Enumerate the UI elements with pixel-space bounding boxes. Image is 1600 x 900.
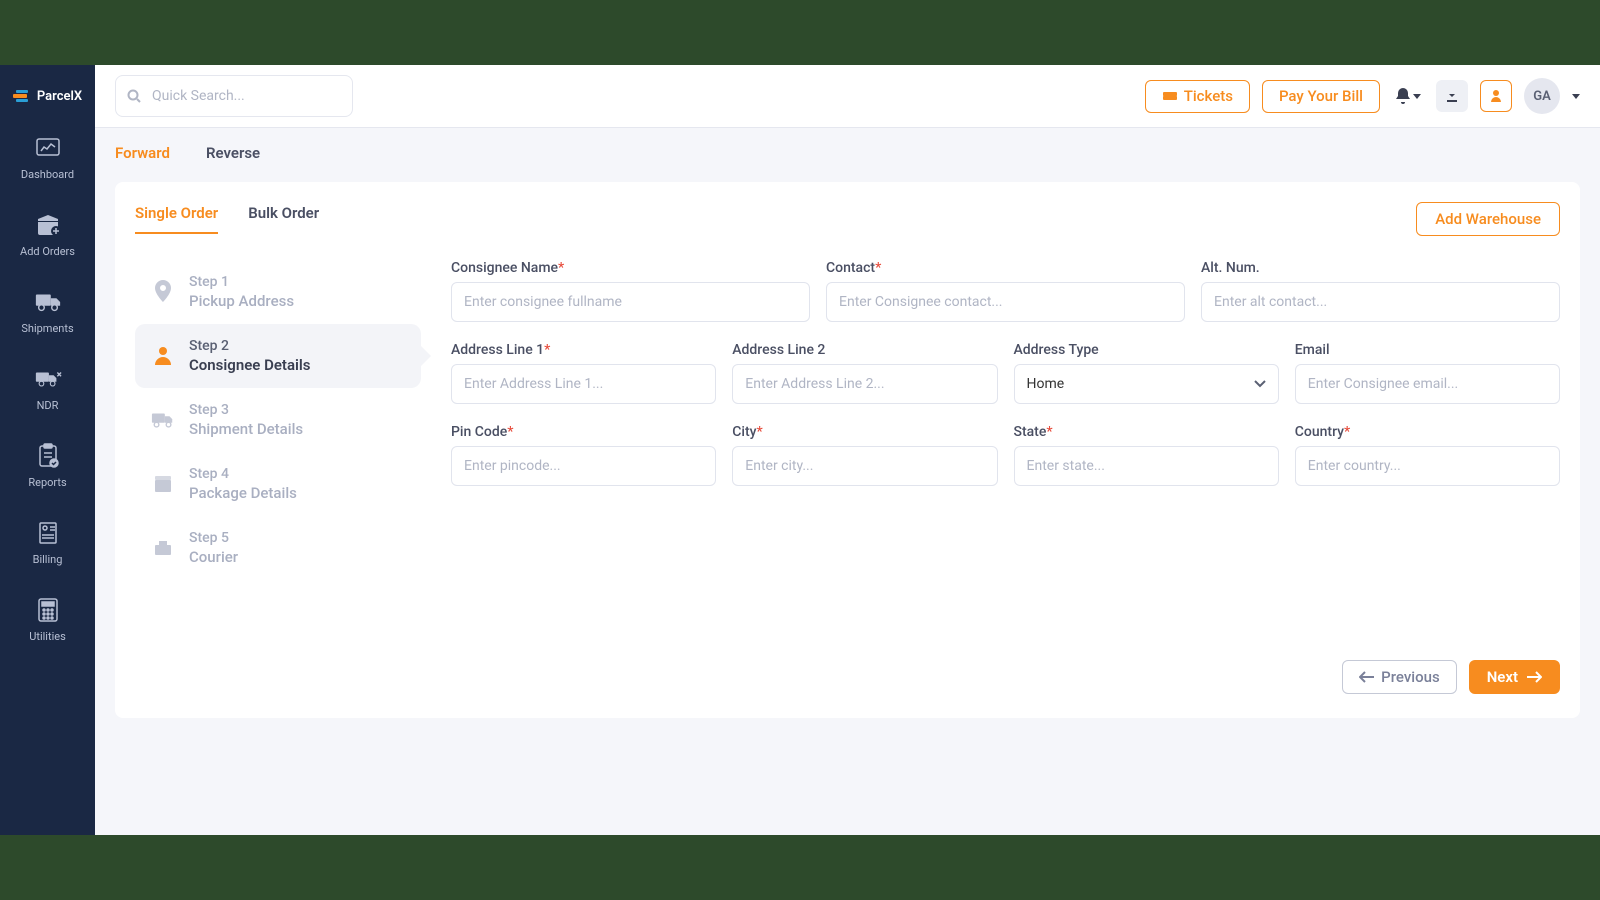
tab-bulk-order[interactable]: Bulk Order xyxy=(248,204,319,234)
field-address-2: Address Line 2 xyxy=(732,342,997,404)
sidebar: ParcelX Dashboard Add Orders Shipments N… xyxy=(0,65,95,835)
step-shipment-details[interactable]: Step 3 Shipment Details xyxy=(135,388,421,452)
alt-num-input[interactable] xyxy=(1201,282,1560,322)
search-input[interactable] xyxy=(115,75,353,117)
step-consignee-details[interactable]: Step 2 Consignee Details xyxy=(135,324,421,388)
contact-input[interactable] xyxy=(826,282,1185,322)
field-city: City* xyxy=(732,424,997,486)
pincode-input[interactable] xyxy=(451,446,716,486)
step-pickup-address[interactable]: Step 1 Pickup Address xyxy=(135,260,421,324)
arrow-right-icon xyxy=(1526,670,1542,684)
tab-forward[interactable]: Forward xyxy=(115,144,170,168)
person-icon xyxy=(151,344,175,368)
city-input[interactable] xyxy=(732,446,997,486)
dashboard-icon xyxy=(34,136,62,160)
sidebar-item-add-orders[interactable]: Add Orders xyxy=(0,197,95,274)
address-1-input[interactable] xyxy=(451,364,716,404)
pay-bill-button[interactable]: Pay Your Bill xyxy=(1262,80,1380,113)
order-card: Single Order Bulk Order Add Warehouse St… xyxy=(115,182,1580,718)
truck-step-icon xyxy=(151,408,175,432)
step-courier[interactable]: Step 5 Courier xyxy=(135,516,421,580)
step-package-details[interactable]: Step 4 Package Details xyxy=(135,452,421,516)
country-input[interactable] xyxy=(1295,446,1560,486)
calculator-icon xyxy=(34,598,62,622)
tickets-button[interactable]: Tickets xyxy=(1145,80,1250,113)
field-alt-num: Alt. Num. xyxy=(1201,260,1560,322)
field-state: State* xyxy=(1014,424,1279,486)
consignee-name-input[interactable] xyxy=(451,282,810,322)
tab-reverse[interactable]: Reverse xyxy=(206,144,260,168)
caret-down-icon xyxy=(1413,94,1421,99)
sidebar-item-ndr[interactable]: NDR xyxy=(0,351,95,428)
courier-icon xyxy=(151,536,175,560)
state-input[interactable] xyxy=(1014,446,1279,486)
truck-icon xyxy=(34,290,62,314)
brand-logo[interactable]: ParcelX xyxy=(13,65,82,120)
search-icon xyxy=(127,89,141,103)
ticket-icon xyxy=(1162,89,1178,103)
sidebar-item-dashboard[interactable]: Dashboard xyxy=(0,120,95,197)
direction-tabs: Forward Reverse xyxy=(115,128,1580,172)
field-address-1: Address Line 1* xyxy=(451,342,716,404)
invoice-icon xyxy=(34,521,62,545)
location-pin-icon xyxy=(151,280,175,304)
field-address-type: Address Type Home xyxy=(1014,342,1279,404)
order-type-tabs: Single Order Bulk Order xyxy=(135,204,319,234)
sidebar-item-billing[interactable]: Billing xyxy=(0,505,95,582)
address-type-select[interactable]: Home xyxy=(1014,364,1279,404)
field-consignee-name: Consignee Name* xyxy=(451,260,810,322)
arrow-left-icon xyxy=(1359,670,1375,684)
bell-icon xyxy=(1395,87,1411,105)
download-icon xyxy=(1445,89,1459,103)
stepper: Step 1 Pickup Address Step 2 Consignee D… xyxy=(135,260,421,580)
email-input[interactable] xyxy=(1295,364,1560,404)
brand-name: ParcelX xyxy=(37,89,82,104)
sidebar-item-utilities[interactable]: Utilities xyxy=(0,582,95,659)
download-button[interactable] xyxy=(1436,80,1468,112)
field-email: Email xyxy=(1295,342,1560,404)
tab-single-order[interactable]: Single Order xyxy=(135,204,218,234)
field-country: Country* xyxy=(1295,424,1560,486)
avatar[interactable]: GA xyxy=(1524,78,1560,114)
sidebar-item-shipments[interactable]: Shipments xyxy=(0,274,95,351)
field-pincode: Pin Code* xyxy=(451,424,716,486)
brand-logo-icon xyxy=(13,90,31,104)
topbar: Tickets Pay Your Bill xyxy=(95,65,1600,128)
package-icon xyxy=(151,472,175,496)
form-fields: Consignee Name* Contact* Alt. Num. xyxy=(451,260,1560,580)
previous-button[interactable]: Previous xyxy=(1342,660,1457,694)
ndr-icon xyxy=(34,367,62,391)
field-contact: Contact* xyxy=(826,260,1185,322)
sidebar-item-reports[interactable]: Reports xyxy=(0,428,95,505)
next-button[interactable]: Next xyxy=(1469,660,1560,694)
clipboard-check-icon xyxy=(34,444,62,468)
avatar-caret-icon[interactable] xyxy=(1572,94,1580,99)
user-icon xyxy=(1489,89,1503,103)
box-plus-icon xyxy=(34,213,62,237)
address-2-input[interactable] xyxy=(732,364,997,404)
add-warehouse-button[interactable]: Add Warehouse xyxy=(1416,202,1560,236)
profile-button[interactable] xyxy=(1480,80,1512,112)
notification-button[interactable] xyxy=(1392,80,1424,112)
